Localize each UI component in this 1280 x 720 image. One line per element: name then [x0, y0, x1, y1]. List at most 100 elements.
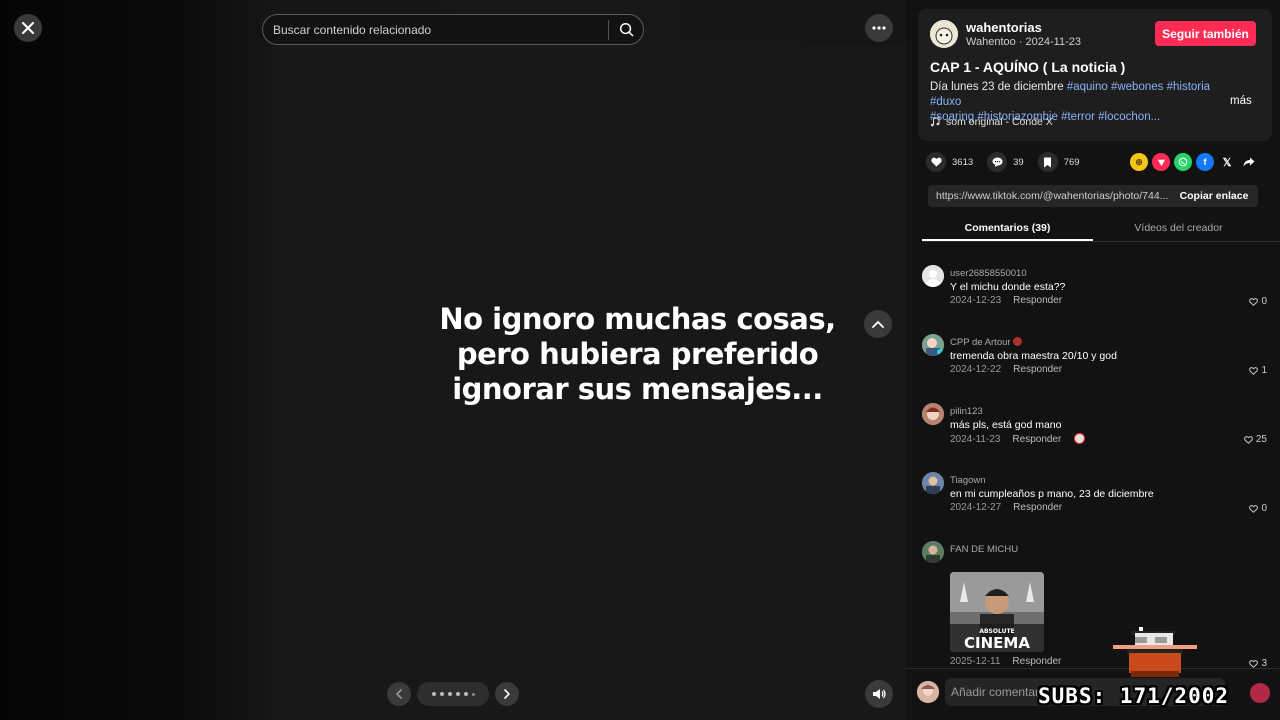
previous-slide-button[interactable]: [387, 682, 411, 706]
slide-dot[interactable]: [463, 692, 468, 696]
chevron-left-icon: [395, 689, 402, 699]
search-input[interactable]: [263, 22, 608, 37]
comment-button[interactable]: 39: [987, 152, 1024, 172]
comment-date: 2024-12-22: [950, 364, 1002, 375]
music-info[interactable]: som original - Conde X: [930, 116, 1053, 128]
share-arrow-icon[interactable]: [1240, 153, 1258, 171]
heart-outline-icon: [1243, 435, 1253, 444]
tab-creator-videos[interactable]: Vídeos del creador: [1093, 215, 1264, 241]
subs-counter-overlay: SUBS: 171/2002: [1038, 684, 1230, 708]
comment-meta: 2024-12-22 Responder: [950, 364, 1062, 375]
commenter-avatar[interactable]: [922, 472, 944, 494]
commenter-avatar[interactable]: [922, 334, 944, 356]
comment-like-count: 0: [1261, 296, 1267, 307]
slide-dot[interactable]: [431, 692, 436, 696]
reply-button[interactable]: Responder: [1012, 656, 1061, 667]
slide-dot[interactable]: [447, 692, 452, 696]
heart-outline-icon: [1249, 297, 1259, 306]
hashtag[interactable]: #duxo: [930, 96, 961, 108]
commenter-name[interactable]: FAN DE MICHU: [950, 544, 1018, 555]
post-comment-button[interactable]: [1250, 683, 1270, 703]
slide-indicator: [417, 682, 489, 706]
comment-like-button[interactable]: 25: [1243, 434, 1267, 445]
previous-post-button[interactable]: [864, 310, 892, 338]
comment-gif[interactable]: ABSOLUTE CINEMA: [950, 572, 1044, 652]
post-title: CAP 1 - AQUÍNO ( La noticia ): [930, 59, 1126, 75]
hashtag[interactable]: #webones: [1111, 81, 1163, 93]
comment-item: CPP de Artour tremenda obra maestra 20/1…: [922, 331, 1267, 391]
hashtag[interactable]: #aquino: [1067, 81, 1108, 93]
commenter-avatar[interactable]: [922, 265, 944, 287]
more-options-button[interactable]: [865, 14, 893, 42]
comment-text: en mi cumpleaños p mano, 23 de diciembre: [950, 488, 1154, 500]
like-button[interactable]: 3613: [926, 152, 973, 172]
heart-outline-icon: [1249, 366, 1259, 375]
comment-icon: [987, 152, 1008, 172]
avatar-image: [930, 20, 958, 48]
heart-outline-icon: [1249, 504, 1259, 513]
comment-like-button[interactable]: 0: [1249, 503, 1267, 514]
author-avatar[interactable]: [930, 20, 958, 48]
comment-item: FAN DE MICHU ABSOLUTE CINEMA 2025-12-11 …: [922, 538, 1267, 669]
commenter-name[interactable]: Tiagown: [950, 475, 986, 486]
whatsapp-icon[interactable]: [1174, 153, 1192, 171]
next-slide-button[interactable]: [495, 682, 519, 706]
engagement-bar: 3613 39 769: [926, 152, 1094, 172]
comment-meta: 2025-12-11 Responder: [950, 656, 1061, 667]
slide-dot[interactable]: [455, 692, 460, 696]
reply-button[interactable]: Responder: [1013, 295, 1062, 306]
tab-comments[interactable]: Comentarios (39): [922, 215, 1093, 241]
chevron-right-icon: [504, 689, 511, 699]
save-button[interactable]: 769: [1037, 152, 1080, 172]
follow-button[interactable]: Seguir también: [1155, 21, 1256, 46]
side-panel: wahentorias Wahentoo · 2024-11-23 Seguir…: [906, 0, 1280, 720]
comment-item: user26858550010 Y el michu donde esta?? …: [922, 262, 1267, 322]
post-link-text[interactable]: https://www.tiktok.com/@wahentorias/phot…: [928, 190, 1170, 202]
separator-dot: ·: [1018, 36, 1026, 48]
commenter-avatar[interactable]: [922, 541, 944, 563]
comment-text: Y el michu donde esta??: [950, 281, 1066, 293]
comment-like-button[interactable]: 0: [1249, 296, 1267, 307]
comment-date: 2024-12-27: [950, 502, 1002, 513]
close-button[interactable]: [14, 14, 42, 42]
copy-link-button[interactable]: Copiar enlace: [1170, 185, 1258, 207]
badge-icon: [1013, 337, 1023, 346]
comment-like-button[interactable]: 1: [1249, 365, 1267, 376]
comment-meta: 2024-12-27 Responder: [950, 502, 1062, 513]
hashtag[interactable]: #terror: [1061, 111, 1095, 123]
creator-liked-avatar: [1074, 433, 1086, 444]
commenter-name[interactable]: CPP de Artour: [950, 337, 1023, 348]
volume-button[interactable]: [865, 680, 893, 708]
reply-button[interactable]: Responder: [1012, 434, 1061, 445]
reply-button[interactable]: Responder: [1013, 502, 1062, 513]
heart-outline-icon: [1249, 659, 1259, 668]
send-share-icon[interactable]: [1152, 153, 1170, 171]
author-username[interactable]: wahentorias: [966, 20, 1042, 35]
show-more-link[interactable]: más: [1230, 95, 1252, 107]
author-subline: Wahentoo · 2024-11-23: [966, 36, 1081, 48]
hashtag[interactable]: #historia: [1167, 81, 1210, 93]
commenter-name[interactable]: pilin123: [950, 406, 983, 417]
comment-like-count: 1: [1261, 365, 1267, 376]
x-twitter-icon[interactable]: 𝕏: [1218, 153, 1236, 171]
pixel-character-overlay: [1113, 627, 1197, 677]
commenter-avatar[interactable]: [922, 403, 944, 425]
media-viewer: No ignoro muchas cosas, pero hubiera pre…: [0, 0, 906, 720]
commenter-name[interactable]: user26858550010: [950, 268, 1027, 279]
search-bar: [262, 14, 644, 45]
facebook-icon[interactable]: f: [1196, 153, 1214, 171]
bookmark-icon: [1037, 152, 1058, 172]
slide-dot[interactable]: [439, 692, 444, 696]
search-button[interactable]: [609, 14, 643, 45]
reply-button[interactable]: Responder: [1013, 364, 1062, 375]
more-horizontal-icon: [872, 26, 886, 30]
commenter-name-text: CPP de Artour: [950, 337, 1011, 348]
tiktok-photo-viewer: No ignoro muchas cosas, pero hubiera pre…: [0, 0, 1280, 720]
embed-share-icon[interactable]: ⊕: [1130, 153, 1148, 171]
search-icon: [619, 22, 633, 37]
comment-count: 39: [1013, 156, 1024, 168]
slide-dot[interactable]: [471, 692, 475, 696]
panel-tabs: Comentarios (39) Vídeos del creador: [922, 215, 1280, 242]
comment-like-count: 0: [1261, 503, 1267, 514]
hashtag[interactable]: #locochon...: [1098, 111, 1160, 123]
